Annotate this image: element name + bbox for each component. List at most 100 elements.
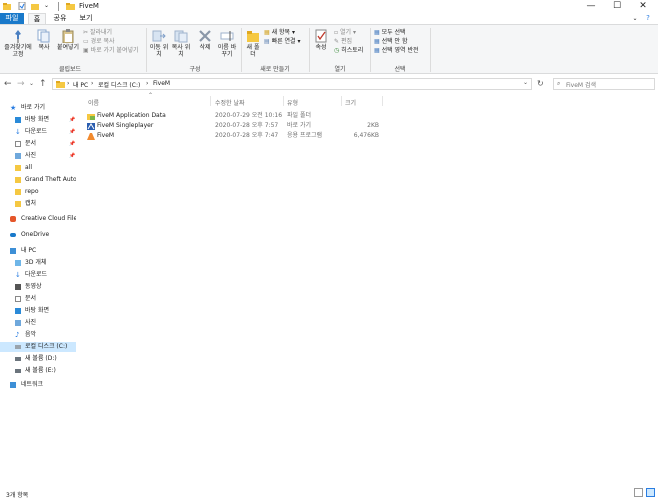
paste-button[interactable]: 붙여넣기 <box>55 29 81 51</box>
maximize-button[interactable]: ☐ <box>604 0 630 13</box>
open-button[interactable]: ▫ 열기 ▾ <box>334 29 356 36</box>
column-divider[interactable] <box>210 96 211 106</box>
history-button[interactable]: ◷ 히스토리 <box>334 47 363 54</box>
column-header-modified[interactable]: 수정한 날짜 <box>215 98 245 107</box>
nav-pc-pictures[interactable]: 사진 <box>0 318 76 328</box>
forward-arrow-icon[interactable]: → <box>17 79 25 89</box>
nav-desktop[interactable]: 바탕 화면 📌 <box>0 115 76 125</box>
nav-documents[interactable]: 문서 📌 <box>0 139 76 149</box>
nav-creative-cloud[interactable]: Creative Cloud Files <box>0 214 76 224</box>
edit-button[interactable]: ✎ 편집 <box>334 38 352 45</box>
nav-3d-objects[interactable]: 3D 개체 <box>0 258 76 268</box>
file-row[interactable]: FiveM Singleplayer 2020-07-28 오후 7:57 바로… <box>83 121 383 131</box>
video-icon <box>15 284 21 290</box>
nav-local-disk-c[interactable]: 로컬 디스크 (C:) <box>0 342 76 352</box>
tab-file[interactable]: 파일 <box>0 13 24 24</box>
nav-onedrive[interactable]: OneDrive <box>0 230 76 240</box>
address-dropdown-chevron-icon[interactable]: ⌄ <box>523 79 528 86</box>
move-to-button[interactable]: 이동 위치 <box>149 29 169 58</box>
nav-pc-desktop[interactable]: 바탕 화면 <box>0 306 76 316</box>
nav-music[interactable]: ♪ 음악 <box>0 330 76 340</box>
easy-access-button[interactable]: ▤ 빠른 연결 ▾ <box>264 38 301 45</box>
minimize-button[interactable]: — <box>578 0 604 13</box>
edit-icon: ✎ <box>334 38 340 45</box>
close-button[interactable]: ✕ <box>630 0 656 13</box>
nav-this-pc[interactable]: 내 PC <box>0 246 76 256</box>
breadcrumb-fivem[interactable]: FiveM <box>153 80 170 87</box>
nav-quick-access[interactable]: ★ 바로 가기 <box>0 103 76 113</box>
column-divider[interactable] <box>382 96 383 106</box>
history-icon: ◷ <box>334 47 340 54</box>
nav-label: 로컬 디스크 (C:) <box>25 343 68 350</box>
paste-shortcut-button[interactable]: ▣ 바로 가기 붙여넣기 <box>83 47 139 54</box>
copy-to-button[interactable]: 복사 위치 <box>171 29 191 58</box>
recent-locations-chevron-icon[interactable]: ⌄ <box>29 80 34 87</box>
breadcrumb-local-disk[interactable]: 로컬 디스크 (C:) <box>98 80 140 89</box>
cube-icon <box>15 260 21 266</box>
tab-home[interactable]: 홈 <box>28 13 46 24</box>
help-icon[interactable]: ? <box>642 13 654 24</box>
select-all-button[interactable]: ▦ 모두 선택 <box>374 29 406 36</box>
desktop-icon <box>15 308 21 314</box>
open-icon: ▫ <box>334 29 339 36</box>
back-arrow-icon[interactable]: ← <box>4 79 12 89</box>
open-label: 열기 <box>340 29 352 36</box>
nav-videos[interactable]: 동영상 <box>0 282 76 292</box>
column-header-size[interactable]: 크기 <box>345 98 356 107</box>
nav-folder-repo[interactable]: repo <box>0 187 76 197</box>
chevron-down-icon[interactable]: ⌄ <box>44 2 52 10</box>
status-bar: 3개 항목 <box>0 487 658 500</box>
document-icon <box>15 296 21 302</box>
nav-folder-capture[interactable]: 캡처 <box>0 199 76 209</box>
title-divider <box>58 2 59 11</box>
copy-path-button[interactable]: ▭ 경로 복사 <box>83 38 115 45</box>
properties-label: 속성 <box>315 44 327 51</box>
column-header-name[interactable]: 이름 <box>88 98 99 107</box>
new-folder-button[interactable]: 새 폴더 <box>244 29 262 58</box>
download-arrow-icon: ↓ <box>15 271 21 279</box>
copy-button[interactable]: 복사 <box>35 29 53 51</box>
invert-selection-button[interactable]: ▦ 선택 영역 반전 <box>374 47 419 54</box>
nav-pc-downloads[interactable]: ↓ 다운로드 <box>0 270 76 280</box>
file-row[interactable]: FiveM 2020-07-28 오후 7:47 응용 프로그램 6,476KB <box>83 131 383 141</box>
large-icons-view-icon[interactable] <box>646 488 655 497</box>
column-header-type[interactable]: 유형 <box>287 98 298 107</box>
cut-button[interactable]: ✂ 잘라내기 <box>83 29 112 36</box>
new-folder-quick-icon[interactable] <box>31 2 39 10</box>
select-none-button[interactable]: ▦ 선택 안 함 <box>374 38 408 45</box>
nav-folder-all[interactable]: all <box>0 163 76 173</box>
chevron-down-icon: ▾ <box>297 38 301 45</box>
breadcrumb-this-pc[interactable]: 내 PC <box>73 80 88 89</box>
details-view-icon[interactable] <box>634 488 643 497</box>
group-new: 새로 만들기 <box>260 66 290 73</box>
creative-cloud-icon <box>10 216 16 222</box>
column-divider[interactable] <box>341 96 342 106</box>
search-input[interactable]: ⌕ FiveM 검색 <box>553 78 655 90</box>
delete-button[interactable]: 삭제 <box>196 29 214 51</box>
properties-quick-icon[interactable] <box>18 1 26 11</box>
tab-view[interactable]: 보기 <box>76 13 96 24</box>
nav-volume-d[interactable]: 새 볼륨 (D:) <box>0 354 76 364</box>
chevron-down-icon[interactable]: ⌄ <box>630 13 640 24</box>
ribbon-tabs: 파일 홈 공유 보기 ? ⌄ <box>0 13 658 24</box>
nav-volume-e[interactable]: 새 볼륨 (E:) <box>0 366 76 376</box>
breadcrumb-separator: › <box>146 80 149 87</box>
properties-button[interactable]: 속성 <box>312 29 330 51</box>
invert-selection-label: 선택 영역 반전 <box>381 47 419 54</box>
rename-button[interactable]: 이름 바꾸기 <box>216 29 238 58</box>
nav-pictures[interactable]: 사진 📌 <box>0 151 76 161</box>
nav-folder-gta[interactable]: Grand Theft Auto V <box>0 175 76 185</box>
up-arrow-icon[interactable]: ↑ <box>39 79 47 89</box>
tab-share[interactable]: 공유 <box>50 13 70 24</box>
pin-quick-access-button[interactable]: 즐겨찾기에 고정 <box>2 29 34 58</box>
copy-icon <box>35 29 53 44</box>
new-item-button[interactable]: ▦ 새 항목 ▾ <box>264 29 295 36</box>
column-divider[interactable] <box>283 96 284 106</box>
nav-network[interactable]: 네트워크 <box>0 380 76 390</box>
nav-downloads[interactable]: ↓ 다운로드 📌 <box>0 127 76 137</box>
refresh-icon[interactable]: ↻ <box>537 79 544 88</box>
folder-icon <box>15 165 21 171</box>
nav-pc-documents[interactable]: 문서 <box>0 294 76 304</box>
file-row[interactable]: FiveM Application Data 2020-07-29 오전 10:… <box>83 111 383 121</box>
address-bar[interactable]: › 내 PC › 로컬 디스크 (C:) › FiveM ⌄ <box>52 78 532 90</box>
